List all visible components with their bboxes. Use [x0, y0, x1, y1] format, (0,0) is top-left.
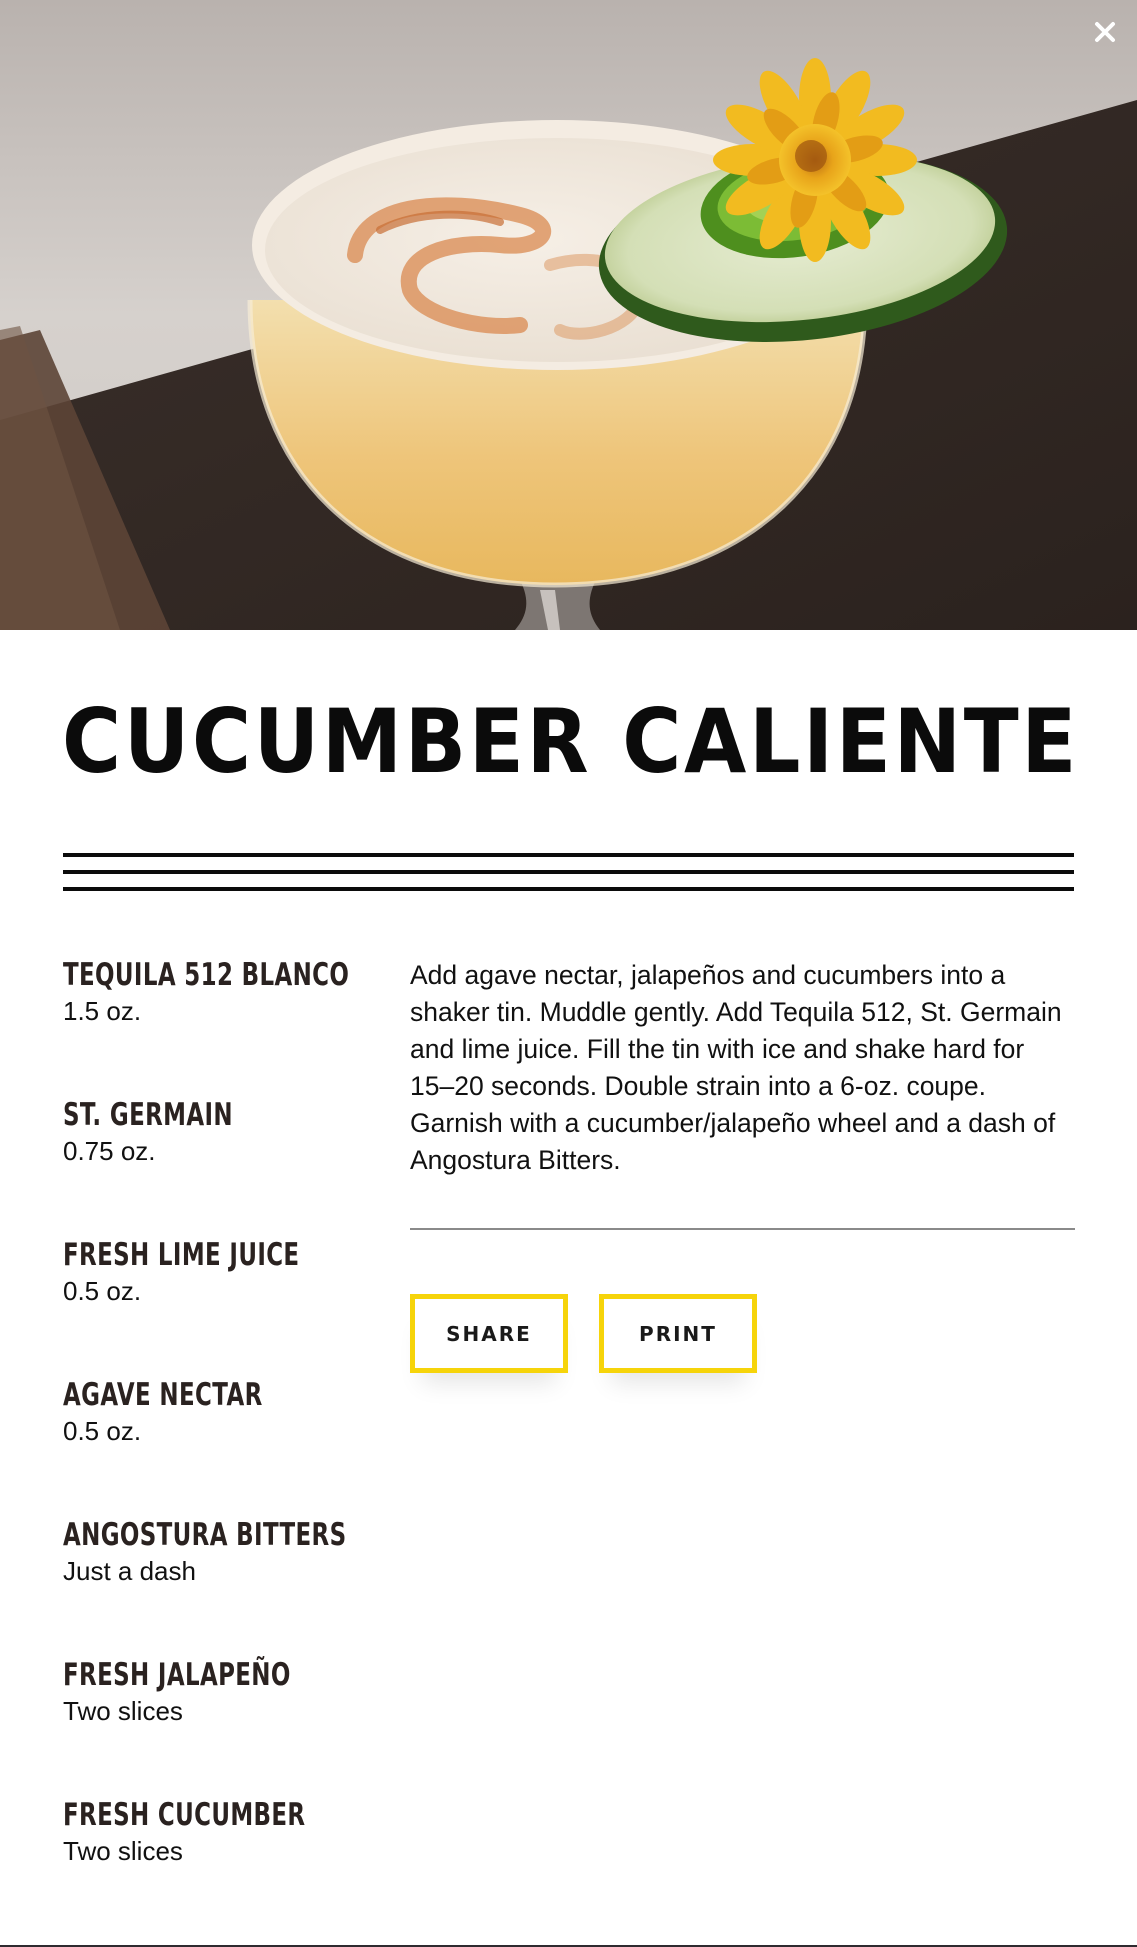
- ingredient-amount: 0.75 oz.: [63, 1136, 156, 1166]
- ingredient-item: ANGOSTURA BITTERS Just a dash: [63, 1515, 363, 1655]
- ingredient-name: ANGOSTURA BITTERS: [63, 1517, 347, 1553]
- ingredient-name: FRESH LIME JUICE: [63, 1237, 300, 1273]
- ingredient-name: FRESH CUCUMBER: [63, 1797, 306, 1833]
- ingredient-item: FRESH LIME JUICE 0.5 oz.: [63, 1235, 363, 1375]
- title-rules: [63, 853, 1074, 904]
- ingredient-item: AGAVE NECTAR 0.5 oz.: [63, 1375, 363, 1515]
- rule-line: [63, 870, 1074, 874]
- ingredient-amount: 0.5 oz.: [63, 1416, 142, 1446]
- ingredient-item: FRESH CUCUMBER Two slices: [63, 1795, 363, 1935]
- ingredient-item: FRESH JALAPEÑO Two slices: [63, 1655, 363, 1795]
- cocktail-image: [0, 0, 1137, 630]
- close-icon: [1095, 22, 1115, 42]
- ingredient-item: TEQUILA 512 BLANCO 1.5 oz.: [63, 955, 363, 1095]
- ingredient-name: FRESH JALAPEÑO: [63, 1657, 291, 1693]
- ingredient-amount: Just a dash: [63, 1556, 196, 1586]
- ingredient-amount: 0.5 oz.: [63, 1276, 142, 1306]
- ingredient-name: AGAVE NECTAR: [63, 1377, 263, 1413]
- hero-photo: [0, 0, 1137, 630]
- recipe-title: CUCUMBER CALIENTE: [62, 690, 1080, 793]
- ingredient-amount: Two slices: [63, 1836, 183, 1866]
- ingredient-name: ST. GERMAIN: [63, 1097, 233, 1133]
- recipe-instructions: Add agave nectar, jalapeños and cucumber…: [410, 960, 1062, 1175]
- ingredient-amount: 1.5 oz.: [63, 996, 142, 1026]
- ingredient-amount: Two slices: [63, 1696, 183, 1726]
- share-button[interactable]: SHARE: [410, 1294, 568, 1373]
- rule-line: [63, 887, 1074, 891]
- section-divider: [410, 1228, 1075, 1230]
- ingredient-item: ST. GERMAIN 0.75 oz.: [63, 1095, 363, 1235]
- close-button[interactable]: [1087, 14, 1123, 50]
- ingredient-name: TEQUILA 512 BLANCO: [63, 957, 350, 993]
- rule-line: [63, 853, 1074, 857]
- print-button[interactable]: PRINT: [599, 1294, 757, 1373]
- ingredient-list: TEQUILA 512 BLANCO 1.5 oz. ST. GERMAIN 0…: [63, 955, 363, 1935]
